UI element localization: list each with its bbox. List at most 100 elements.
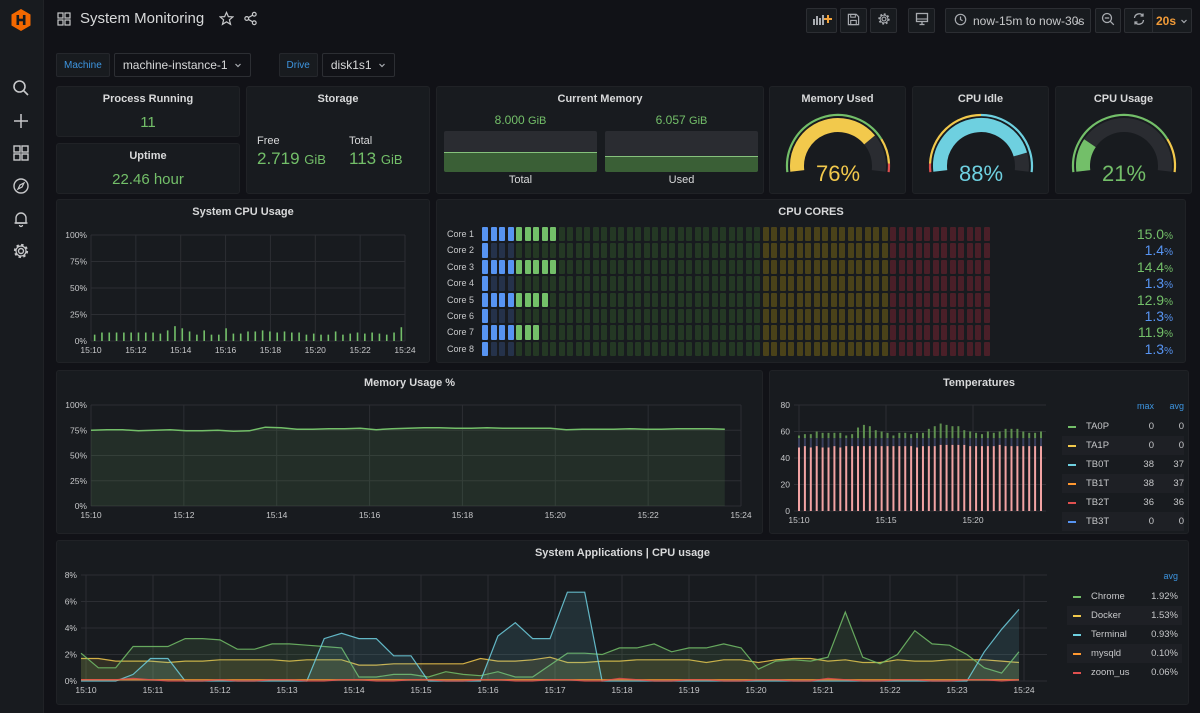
core-bar-cell bbox=[966, 259, 973, 275]
core-bar-cell bbox=[482, 259, 489, 275]
temp-bar-mid bbox=[1028, 438, 1031, 447]
core-bar-cell bbox=[720, 276, 727, 291]
machine-select[interactable]: machine-instance-1 bbox=[113, 53, 251, 77]
core-bar-cell bbox=[856, 259, 863, 275]
legend-item[interactable]: TA1P 0 0 bbox=[1062, 436, 1184, 455]
legend-swatch bbox=[1068, 425, 1076, 428]
storage-total: Total 113 GiB bbox=[349, 135, 403, 169]
time-range-picker[interactable]: now-15m to now-30s bbox=[945, 8, 1091, 33]
temp-bar-top bbox=[815, 431, 818, 439]
core-bar-cell bbox=[847, 292, 854, 307]
dashboard-title[interactable]: System Monitoring bbox=[80, 10, 204, 27]
plus-icon[interactable] bbox=[10, 110, 32, 132]
temp-bar-top bbox=[851, 434, 854, 439]
star-icon[interactable] bbox=[218, 11, 234, 27]
core-bar bbox=[482, 325, 1082, 340]
legend-item[interactable]: TA0P 0 0 bbox=[1062, 417, 1184, 436]
dashboard-settings-button[interactable] bbox=[870, 8, 897, 33]
chevron-down-icon bbox=[234, 58, 242, 72]
gear-icon[interactable] bbox=[10, 240, 32, 262]
save-dashboard-button[interactable] bbox=[840, 8, 867, 33]
refresh-button[interactable] bbox=[1124, 8, 1152, 33]
panel-gauge-cpu-idle[interactable]: CPU Idle 88% bbox=[912, 86, 1049, 194]
panel-storage[interactable]: Storage Free 2.719 GiB Total 113 GiB bbox=[246, 86, 430, 194]
panel-cpu-cores[interactable]: CPU CORES Core 1 15.0% Core 2 1.4% Core 3 14.… bbox=[436, 199, 1186, 363]
temp-bar-top bbox=[992, 432, 995, 439]
core-bar-cell bbox=[728, 227, 735, 242]
y-tick-label: 60 bbox=[781, 427, 791, 437]
core-bar-cell bbox=[890, 276, 897, 291]
core-bar-cell bbox=[584, 259, 591, 275]
panel-process-running[interactable]: Process Running 11 bbox=[56, 86, 240, 137]
legend-item[interactable]: TB2T 36 36 bbox=[1062, 493, 1184, 512]
add-panel-button[interactable] bbox=[806, 8, 837, 33]
core-bar-cell bbox=[516, 341, 523, 357]
core-bar-cell bbox=[669, 292, 676, 307]
grafana-logo-icon[interactable] bbox=[9, 8, 33, 32]
legend-item[interactable]: zoom_us 0.06% bbox=[1067, 663, 1182, 682]
legend-item[interactable]: mysqld 0.10% bbox=[1067, 644, 1182, 663]
dashboards-icon[interactable] bbox=[10, 142, 32, 164]
legend-item[interactable]: TB0T 38 37 bbox=[1062, 455, 1184, 474]
panel-memory-usage[interactable]: Memory Usage % 0% 25% 50% 75% 100% 15:10 15:12… bbox=[56, 370, 763, 534]
core-bar-cell bbox=[745, 325, 752, 340]
legend-item[interactable]: Chrome 1.92% bbox=[1067, 587, 1182, 606]
drive-select[interactable]: disk1s1 bbox=[321, 53, 395, 77]
legend-name: TA0P bbox=[1086, 421, 1110, 432]
variable-label-machine: Machine bbox=[56, 53, 110, 77]
core-bar-cell bbox=[975, 259, 982, 275]
temp-bar-mid bbox=[851, 438, 854, 447]
cpu-bar bbox=[217, 334, 220, 341]
tv-mode-button[interactable] bbox=[908, 8, 935, 33]
panel-app-cpu-usage[interactable]: System Applications | CPU usage 0% 2% 4% 6%… bbox=[56, 540, 1189, 705]
temp-bar-top bbox=[927, 428, 930, 439]
x-tick-label: 15:22 bbox=[638, 510, 660, 520]
core-bar-cell bbox=[686, 243, 693, 258]
core-bar-cell bbox=[941, 325, 948, 340]
core-bar-cell bbox=[856, 341, 863, 357]
legend-item[interactable]: TB1T 38 37 bbox=[1062, 474, 1184, 493]
core-bar-cell bbox=[873, 243, 880, 258]
core-bar-cell bbox=[592, 276, 599, 291]
core-bar-cell bbox=[652, 309, 659, 324]
core-bar-cell bbox=[839, 325, 846, 340]
refresh-interval-picker[interactable]: 20s bbox=[1152, 8, 1192, 33]
temp-bar-top bbox=[1016, 428, 1019, 439]
core-bar-cell bbox=[796, 259, 803, 275]
panel-uptime[interactable]: Uptime 22.46 hour bbox=[56, 143, 240, 194]
core-bar-cell bbox=[618, 259, 625, 275]
temp-bar-base bbox=[821, 447, 824, 511]
panel-current-memory[interactable]: Current Memory 8.000 GiB Total 6.057 GiB Us… bbox=[436, 86, 764, 194]
panel-temperatures[interactable]: Temperatures 0 20 40 60 80 15:10 15:15 15:20 ma… bbox=[769, 370, 1189, 534]
legend-item[interactable]: TB3T 0 0 bbox=[1062, 512, 1184, 531]
core-bar-cell bbox=[864, 276, 871, 291]
core-bar-cell bbox=[813, 227, 820, 242]
memory-bar-value: 6.057 GiB bbox=[605, 113, 758, 127]
cpu-bar bbox=[320, 334, 322, 341]
legend-item[interactable]: Terminal 0.93% bbox=[1067, 625, 1182, 644]
temp-bar-top bbox=[809, 434, 812, 439]
search-icon[interactable] bbox=[10, 77, 32, 99]
panel-gauge-memory-used[interactable]: Memory Used 76% bbox=[769, 86, 906, 194]
share-icon[interactable] bbox=[242, 11, 258, 27]
cpu-bar bbox=[188, 331, 191, 341]
compass-icon[interactable] bbox=[10, 175, 32, 197]
core-bar-cell bbox=[966, 309, 973, 324]
uptime-unit: hour bbox=[153, 171, 184, 188]
core-bar-cell bbox=[592, 292, 599, 307]
panel-system-cpu-usage[interactable]: System CPU Usage 0% 25% 50% 75% 100% 15:10 15:… bbox=[56, 199, 430, 363]
zoom-out-button[interactable] bbox=[1095, 8, 1121, 33]
core-bar-cell bbox=[915, 309, 922, 324]
legend-swatch bbox=[1073, 595, 1081, 598]
chevron-down-icon bbox=[1180, 14, 1188, 28]
temp-bar-base bbox=[904, 446, 907, 511]
core-bar-cell bbox=[490, 276, 497, 291]
x-tick-label: 15:17 bbox=[544, 685, 566, 695]
core-bar-cell bbox=[762, 309, 769, 324]
legend-item[interactable]: Docker 1.53% bbox=[1067, 606, 1182, 625]
temp-bar-top bbox=[857, 427, 860, 439]
bell-icon[interactable] bbox=[10, 208, 32, 230]
core-bar-cell bbox=[728, 341, 735, 357]
temp-bar-base bbox=[798, 447, 800, 511]
panel-gauge-cpu-usage[interactable]: CPU Usage 21% bbox=[1055, 86, 1192, 194]
